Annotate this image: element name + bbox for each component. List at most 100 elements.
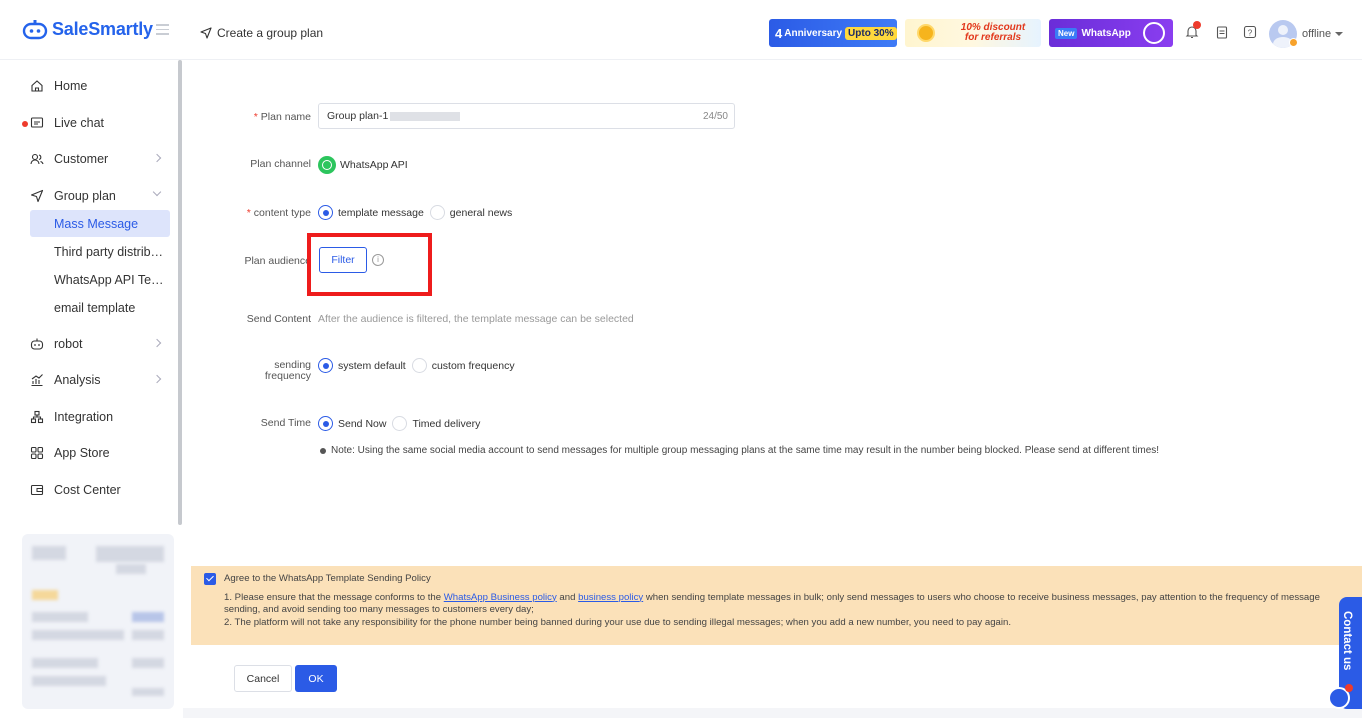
send-icon xyxy=(200,27,212,39)
home-icon xyxy=(31,80,43,92)
send-time-label: Send Time xyxy=(260,417,311,429)
chevron-right-icon xyxy=(152,338,162,348)
frequency-system-default[interactable]: system default xyxy=(318,358,406,373)
whatsapp-banner[interactable]: New WhatsApp xyxy=(1049,19,1173,47)
plan-channel-value: WhatsApp API xyxy=(318,156,408,174)
sidebar-item-app-store[interactable]: App Store xyxy=(30,443,170,463)
plan-name-input[interactable]: Group plan-1 24/50 xyxy=(318,103,735,129)
radio-unchecked[interactable] xyxy=(411,358,427,373)
sidebar-subitem-whatsapp-api-template[interactable]: WhatsApp API Te… xyxy=(30,266,170,293)
radio-unchecked[interactable] xyxy=(392,416,408,431)
wallet-icon xyxy=(30,484,44,496)
logo[interactable]: SaleSmartly xyxy=(22,19,153,40)
discount-line-2: for referrals xyxy=(964,32,1022,43)
anniversary-number: 4 xyxy=(775,25,783,41)
sidebar-item-robot[interactable]: robot xyxy=(30,334,170,354)
chevron-down-icon xyxy=(152,187,162,197)
page-title: Create a group plan xyxy=(200,26,323,40)
radio-checked[interactable] xyxy=(318,205,333,220)
chat-icon xyxy=(30,117,44,128)
whatsapp-banner-text: WhatsApp xyxy=(1081,27,1131,39)
main-content: * Plan name Group plan-1 24/50 Plan chann… xyxy=(191,60,1362,718)
sidebar-item-analysis[interactable]: Analysis xyxy=(30,370,170,390)
bullet-icon xyxy=(320,447,326,454)
help-icon[interactable]: ? xyxy=(1243,25,1257,39)
plan-channel-label: Plan channel xyxy=(250,158,311,170)
content-type-group: template message general news xyxy=(318,205,518,220)
notification-badge xyxy=(1193,21,1201,29)
sidebar-subitem-third-party[interactable]: Third party distrib… xyxy=(30,238,170,265)
sidebar-item-label: Customer xyxy=(54,152,109,166)
page-title-text: Create a group plan xyxy=(217,26,324,40)
ok-button[interactable]: OK xyxy=(295,665,337,692)
agree-checkbox[interactable] xyxy=(204,573,216,586)
chevron-right-icon xyxy=(152,153,162,163)
whatsapp-icon xyxy=(1143,22,1165,44)
cancel-button[interactable]: Cancel xyxy=(234,665,292,692)
send-content-hint: After the audience is filtered, the temp… xyxy=(318,313,634,325)
sidebar-item-label: Group plan xyxy=(54,189,116,203)
send-time-group: Send Now Timed delivery xyxy=(318,416,486,431)
sidebar-item-label: Live chat xyxy=(54,116,105,130)
radio-checked[interactable] xyxy=(318,416,333,431)
policy-line-2: 2. The platform will not take any respon… xyxy=(224,616,1012,628)
whatsapp-icon xyxy=(318,156,336,174)
radio-unchecked[interactable] xyxy=(429,205,445,220)
radio-checked[interactable] xyxy=(318,358,333,373)
top-header: SaleSmartly Create a group plan 4 Annive… xyxy=(0,0,1362,60)
send-content-label: Send Content xyxy=(246,313,311,325)
robot-icon xyxy=(30,338,44,350)
sidebar-subitem-mass-message[interactable]: Mass Message xyxy=(30,210,170,237)
highlight-box xyxy=(307,233,432,296)
sending-frequency-group: system default custom frequency xyxy=(318,358,521,373)
referral-banner[interactable]: 10% discount for referrals xyxy=(905,19,1041,47)
anniversary-offer: Upto 30% xyxy=(845,26,897,40)
status-dropdown[interactable]: offline xyxy=(1302,28,1344,40)
sidebar-item-label: App Store xyxy=(54,446,110,460)
sidebar-item-group-plan[interactable]: Group plan xyxy=(30,186,170,206)
collapse-menu-icon[interactable] xyxy=(156,24,169,35)
logo-text: SaleSmartly xyxy=(52,19,153,39)
integration-icon xyxy=(30,410,44,424)
svg-text:?: ? xyxy=(1248,29,1253,38)
sidebar-item-integration[interactable]: Integration xyxy=(30,407,170,427)
sending-frequency-label: sending frequency xyxy=(264,359,311,382)
plan-name-value: Group plan-1 xyxy=(327,110,389,122)
sidebar-item-label: Integration xyxy=(54,410,114,424)
whatsapp-business-policy-link[interactable]: WhatsApp Business policy xyxy=(444,592,557,603)
chevron-right-icon xyxy=(152,374,162,384)
agree-label: Agree to the WhatsApp Template Sending P… xyxy=(224,573,431,584)
sidebar-subitem-email-template[interactable]: email template xyxy=(30,294,170,321)
plan-name-label: * Plan name xyxy=(253,111,311,123)
content-type-label: * content type xyxy=(246,207,311,219)
char-count: 24/50 xyxy=(702,110,728,122)
plan-channel-text: WhatsApp API xyxy=(340,159,408,171)
plan-audience-label: Plan audience xyxy=(244,255,311,267)
sidebar-item-label: robot xyxy=(54,337,83,351)
sidebar-scrollbar[interactable] xyxy=(178,60,182,525)
redacted-text xyxy=(390,111,461,121)
sidebar-item-cost-center[interactable]: Cost Center xyxy=(30,480,170,500)
sidebar-item-label: Analysis xyxy=(54,373,101,387)
caret-down-icon xyxy=(1335,32,1344,36)
customer-icon xyxy=(30,153,44,165)
frequency-custom[interactable]: custom frequency xyxy=(411,358,515,373)
send-time-now[interactable]: Send Now xyxy=(318,416,386,431)
sidebar: Home Live chat Customer Group plan Mass … xyxy=(0,60,183,718)
live-chat-badge xyxy=(22,121,28,127)
send-time-timed-delivery[interactable]: Timed delivery xyxy=(392,416,480,431)
analysis-icon xyxy=(31,374,43,387)
sidebar-item-home[interactable]: Home xyxy=(30,76,170,96)
sidebar-item-live-chat[interactable]: Live chat xyxy=(30,113,170,133)
anniversary-banner[interactable]: 4 Anniversary Upto 30% xyxy=(769,19,897,47)
sidebar-item-customer[interactable]: Customer xyxy=(30,149,170,169)
business-policy-link[interactable]: business policy xyxy=(578,592,643,603)
note-text: Note: Using the same social media accoun… xyxy=(320,445,1159,456)
status-text: offline xyxy=(1302,28,1332,40)
sidebar-item-label: Home xyxy=(54,79,88,93)
new-badge: New xyxy=(1055,27,1078,39)
clipboard-icon[interactable] xyxy=(1215,25,1229,39)
content-type-general-news[interactable]: general news xyxy=(429,205,512,220)
content-type-template-message[interactable]: template message xyxy=(318,205,424,220)
coin-icon xyxy=(917,24,935,42)
